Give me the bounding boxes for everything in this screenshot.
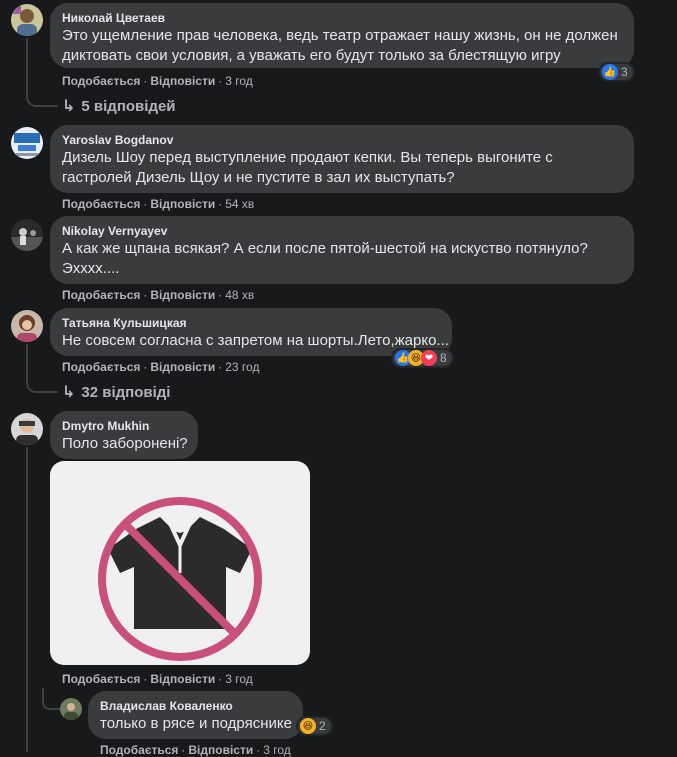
comment-bubble: Dmytro Mukhin Поло заборонені? — [50, 411, 198, 459]
comment-time[interactable]: 3 год — [263, 743, 291, 757]
avatar[interactable] — [60, 698, 82, 720]
thread-line — [42, 688, 60, 710]
reaction-badge[interactable]: 😆 2 — [296, 716, 333, 736]
comment-author[interactable]: Татьяна Кульшицкая — [62, 316, 187, 330]
comment-text: только в рясе и подряснике — [100, 715, 292, 732]
love-icon: ❤ — [421, 350, 437, 366]
reply-link[interactable]: Відповісти — [150, 672, 215, 686]
attached-image[interactable] — [50, 461, 310, 665]
reaction-count: 2 — [319, 719, 326, 733]
comment-bubble: Yaroslav Bogdanov Дизель Шоу перед высту… — [50, 125, 634, 193]
reply-link[interactable]: Відповісти — [150, 197, 215, 211]
reply-link[interactable]: Відповісти — [188, 743, 253, 757]
comment-actions: Подобається · Відповісти · 3 год — [62, 672, 253, 686]
comment-actions: Подобається · Відповісти · 3 год — [100, 743, 291, 757]
comment-author[interactable]: Nikolay Vernyayev — [62, 224, 167, 238]
comment-text: гастролей Дизель Щоу и не пустите в зал … — [62, 169, 455, 186]
comment-actions: Подобається · Відповісти · 23 год — [62, 360, 260, 374]
reaction-badge[interactable]: 👍 😆 ❤ 8 — [391, 348, 454, 368]
like-link[interactable]: Подобається — [100, 743, 178, 757]
like-icon: 👍 — [602, 64, 618, 80]
reply-link[interactable]: Відповісти — [150, 288, 215, 302]
comment-text: Это ущемление прав человека, ведь театр … — [62, 27, 618, 44]
replies-label: 32 відповіді — [81, 384, 171, 401]
comment-text: Поло заборонені? — [62, 435, 188, 452]
comment-bubble: Владислав Коваленко только в рясе и подр… — [88, 691, 303, 739]
comment-text: А как же щпана всякая? А если после пято… — [62, 240, 588, 257]
avatar[interactable] — [11, 219, 43, 251]
comment-author[interactable]: Yaroslav Bogdanov — [62, 133, 173, 147]
reply-link[interactable]: Відповісти — [150, 360, 215, 374]
avatar[interactable] — [11, 310, 43, 342]
comment-actions: Подобається · Відповісти · 3 год — [62, 74, 253, 88]
like-link[interactable]: Подобається — [62, 197, 140, 211]
like-link[interactable]: Подобається — [62, 672, 140, 686]
comment-author[interactable]: Dmytro Mukhin — [62, 419, 149, 433]
thread-line — [26, 344, 58, 393]
reaction-badge[interactable]: 👍 3 — [598, 62, 635, 82]
comment-author[interactable]: Николай Цветаев — [62, 11, 165, 25]
comment-text: диктовать свои условия, а уважать его бу… — [62, 47, 561, 64]
reply-arrow-icon: ↳ — [62, 98, 76, 115]
comment-text: Дизель Шоу перед выступление продают кеп… — [62, 149, 553, 166]
reply-link[interactable]: Відповісти — [150, 74, 215, 88]
reaction-count: 3 — [621, 65, 628, 79]
comment-text: Эхххх.... — [62, 260, 120, 277]
no-polo-shirt-icon — [98, 497, 262, 661]
thread-line — [26, 447, 28, 752]
view-replies-link[interactable]: ↳ 32 відповіді — [62, 382, 170, 402]
avatar[interactable] — [11, 413, 43, 445]
comment-bubble: Татьяна Кульшицкая Не совсем согласна с … — [50, 308, 452, 356]
reply-arrow-icon: ↳ — [62, 384, 76, 401]
comment-text: Не совсем согласна с запретом на шорты.Л… — [62, 332, 449, 349]
comment-time[interactable]: 48 хв — [225, 288, 254, 302]
reaction-count: 8 — [440, 351, 447, 365]
comment-bubble: Николай Цветаев Это ущемление прав челов… — [50, 3, 634, 68]
comment-time[interactable]: 3 год — [225, 672, 253, 686]
like-link[interactable]: Подобається — [62, 288, 140, 302]
like-link[interactable]: Подобається — [62, 360, 140, 374]
comment-time[interactable]: 3 год — [225, 74, 253, 88]
like-link[interactable]: Подобається — [62, 74, 140, 88]
avatar[interactable] — [11, 4, 43, 36]
comment-actions: Подобається · Відповісти · 48 хв — [62, 288, 255, 302]
comment-actions: Подобається · Відповісти · 54 хв — [62, 197, 255, 211]
comment-time[interactable]: 54 хв — [225, 197, 254, 211]
haha-icon: 😆 — [300, 718, 316, 734]
comment-author[interactable]: Владислав Коваленко — [100, 699, 233, 713]
replies-label: 5 відповідей — [81, 98, 176, 115]
view-replies-link[interactable]: ↳ 5 відповідей — [62, 96, 176, 116]
comment-bubble: Nikolay Vernyayev А как же щпана всякая?… — [50, 216, 634, 284]
avatar[interactable] — [11, 127, 43, 159]
comment-time[interactable]: 23 год — [225, 360, 259, 374]
